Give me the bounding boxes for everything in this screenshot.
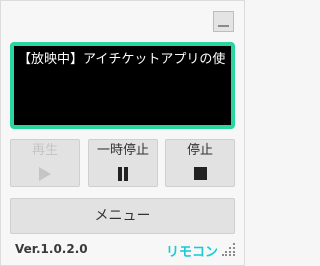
stop-button[interactable]: 停止 — [165, 139, 235, 187]
app-name: リモコン — [166, 245, 219, 260]
stop-label: 停止 — [186, 143, 213, 158]
version-text: Ver.1.0.2.0 — [15, 242, 88, 256]
remote-window: 【放映中】アイチケットアプリの使い方 再生 一時停止 停止 メニュー Ver.1… — [0, 0, 245, 266]
minimize-icon — [218, 25, 229, 27]
pause-label: 一時停止 — [96, 143, 149, 158]
play-icon — [39, 167, 51, 181]
pause-button[interactable]: 一時停止 — [88, 139, 158, 187]
play-button[interactable]: 再生 — [10, 139, 80, 187]
play-label: 再生 — [31, 143, 58, 158]
now-playing-text: 【放映中】アイチケットアプリの使い方 — [18, 52, 227, 67]
now-playing-display: 【放映中】アイチケットアプリの使い方 — [10, 42, 235, 129]
stop-icon — [194, 167, 207, 180]
pause-icon — [117, 167, 129, 181]
minimize-button[interactable] — [213, 11, 234, 32]
resize-grip-icon[interactable] — [222, 242, 236, 256]
menu-button[interactable]: メニュー — [10, 198, 235, 234]
